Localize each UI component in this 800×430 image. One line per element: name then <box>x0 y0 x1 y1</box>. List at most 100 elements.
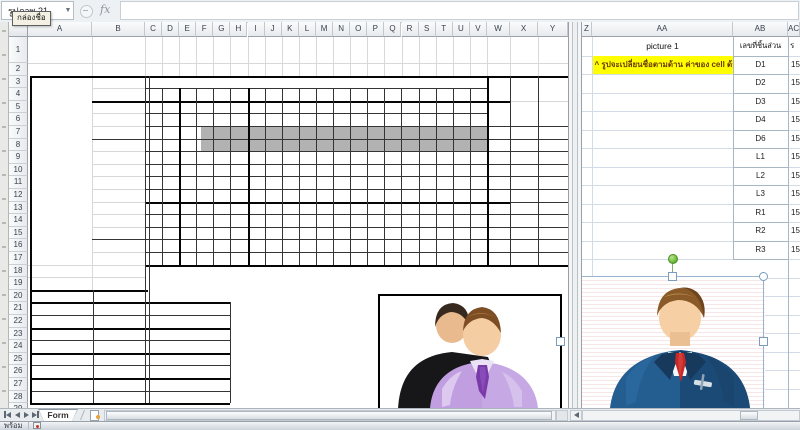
cell-value-R3[interactable]: 150 <box>791 241 800 260</box>
row-header-5[interactable]: 5 <box>9 100 28 114</box>
resize-handle-left[interactable] <box>556 337 565 346</box>
scrollbar-resize-box[interactable] <box>556 409 568 421</box>
row-header-12[interactable]: 12 <box>9 189 28 202</box>
cell-part-L1[interactable]: L1 <box>733 148 788 167</box>
cell-value-L2[interactable]: 150 <box>791 167 800 186</box>
cell-part-L3[interactable]: L3 <box>733 185 788 204</box>
column-header-AB[interactable]: AB <box>733 22 788 37</box>
row-header-11[interactable]: 11 <box>9 176 28 189</box>
row-header-16[interactable]: 16 <box>9 239 28 252</box>
row-header-6[interactable]: 6 <box>9 113 28 126</box>
column-header-K[interactable]: K <box>281 22 299 37</box>
cell-value-D4[interactable]: 150 <box>791 111 800 130</box>
prev-sheet-icon[interactable] <box>13 410 22 419</box>
cell-part-R3[interactable]: R3 <box>733 241 788 260</box>
column-header-P[interactable]: P <box>367 22 385 37</box>
column-header-M[interactable]: M <box>316 22 334 37</box>
column-header-U[interactable]: U <box>452 22 470 37</box>
row-header-19[interactable]: 19 <box>9 277 28 290</box>
column-header-B[interactable]: B <box>92 22 145 37</box>
row-header-8[interactable]: 8 <box>9 138 28 152</box>
right-pane-hscrollbar[interactable] <box>582 409 800 421</box>
picture-frame-box[interactable] <box>378 294 562 408</box>
column-header-Q[interactable]: Q <box>384 22 402 37</box>
pane-split-bar[interactable] <box>568 22 582 421</box>
row-header-27[interactable]: 27 <box>9 378 28 391</box>
name-box-dropdown-icon[interactable]: ▼ <box>62 4 74 18</box>
cell-part-D4[interactable]: D4 <box>733 111 788 130</box>
yellow-note-cell[interactable]: ^ รูปจะเปลี่ยนชื่อตามด้าน ค่าของ cell ด้… <box>592 56 733 74</box>
cell-part-R2[interactable]: R2 <box>733 222 788 241</box>
cell-part-R1[interactable]: R1 <box>733 204 788 223</box>
row-header-4[interactable]: 4 <box>9 88 28 101</box>
left-pane-hscrollbar-thumb[interactable] <box>106 410 552 420</box>
cell-part-L2[interactable]: L2 <box>733 167 788 186</box>
row-header-10[interactable]: 10 <box>9 163 28 177</box>
column-header-T[interactable]: T <box>435 22 453 37</box>
row-header-17[interactable]: 17 <box>9 252 28 265</box>
scroll-left-icon[interactable] <box>570 409 582 421</box>
next-sheet-icon[interactable] <box>22 410 31 419</box>
column-header-J[interactable]: J <box>264 22 282 37</box>
resize-handle-top[interactable] <box>668 272 677 281</box>
column-header-L[interactable]: L <box>298 22 316 37</box>
column-header-H[interactable]: H <box>230 22 248 37</box>
cell-clipped-header[interactable]: ร <box>790 37 800 55</box>
row-header-28[interactable]: 28 <box>9 390 28 404</box>
macro-record-icon[interactable] <box>33 422 41 429</box>
row-header-15[interactable]: 15 <box>9 226 28 240</box>
right-pane-hscrollbar-thumb[interactable] <box>740 410 758 420</box>
row-header-26[interactable]: 26 <box>9 365 28 378</box>
column-header-W[interactable]: W <box>487 22 510 37</box>
row-header-2[interactable]: 2 <box>9 63 28 76</box>
row-header-3[interactable]: 3 <box>9 75 28 89</box>
column-header-G[interactable]: G <box>213 22 231 37</box>
row-header-25[interactable]: 25 <box>9 352 28 366</box>
cell-picture-label[interactable]: picture 1 <box>592 37 733 55</box>
cell-value-L1[interactable]: 150 <box>791 148 800 167</box>
row-header-1[interactable]: 1 <box>9 37 28 63</box>
column-header-X[interactable]: X <box>510 22 538 37</box>
resize-handle-top-right[interactable] <box>759 272 768 281</box>
row-header-18[interactable]: 18 <box>9 264 28 278</box>
resize-handle-right[interactable] <box>759 337 768 346</box>
row-header-21[interactable]: 21 <box>9 302 28 315</box>
column-header-Z[interactable]: Z <box>582 22 592 37</box>
column-header-E[interactable]: E <box>179 22 197 37</box>
column-header-D[interactable]: D <box>162 22 180 37</box>
sheet-tab-form[interactable]: Form <box>38 409 78 421</box>
row-header-23[interactable]: 23 <box>9 327 28 341</box>
first-sheet-icon[interactable] <box>3 410 12 419</box>
formula-input[interactable] <box>120 1 799 20</box>
cell-value-D3[interactable]: 150 <box>791 93 800 112</box>
row-header-24[interactable]: 24 <box>9 340 28 353</box>
cell-value-L3[interactable]: 150 <box>791 185 800 204</box>
column-header-N[interactable]: N <box>333 22 351 37</box>
row-header-13[interactable]: 13 <box>9 201 28 215</box>
cell-part-D3[interactable]: D3 <box>733 93 788 112</box>
row-header-9[interactable]: 9 <box>9 151 28 164</box>
insert-function-icon[interactable]: fx <box>100 3 118 19</box>
column-header-V[interactable]: V <box>469 22 487 37</box>
column-header-AC[interactable]: AC <box>788 22 800 37</box>
row-header-7[interactable]: 7 <box>9 126 28 139</box>
row-header-22[interactable]: 22 <box>9 315 28 328</box>
cell-part-D6[interactable]: D6 <box>733 130 788 149</box>
row-header-20[interactable]: 20 <box>9 289 28 303</box>
cell-value-D2[interactable]: 150 <box>791 74 800 93</box>
column-header-Y[interactable]: Y <box>538 22 568 37</box>
column-header-C[interactable]: C <box>145 22 162 37</box>
column-header-O[interactable]: O <box>350 22 368 37</box>
cell-part-D2[interactable]: D2 <box>733 74 788 93</box>
column-header-AA[interactable]: AA <box>592 22 733 37</box>
cell-value-R2[interactable]: 150 <box>791 222 800 241</box>
insert-worksheet-icon[interactable] <box>90 410 101 421</box>
column-header-R[interactable]: R <box>401 22 419 37</box>
cell-part-number-header[interactable]: เลขที่ชิ้นส่วน <box>733 37 788 55</box>
last-sheet-icon[interactable] <box>31 410 40 419</box>
cell-value-R1[interactable]: 150 <box>791 204 800 223</box>
cell-value-D1[interactable]: 150 <box>791 56 800 75</box>
rotation-handle[interactable] <box>668 254 678 264</box>
cell-part-D1[interactable]: D1 <box>733 56 788 75</box>
formula-bar-options-icon[interactable] <box>80 5 93 18</box>
